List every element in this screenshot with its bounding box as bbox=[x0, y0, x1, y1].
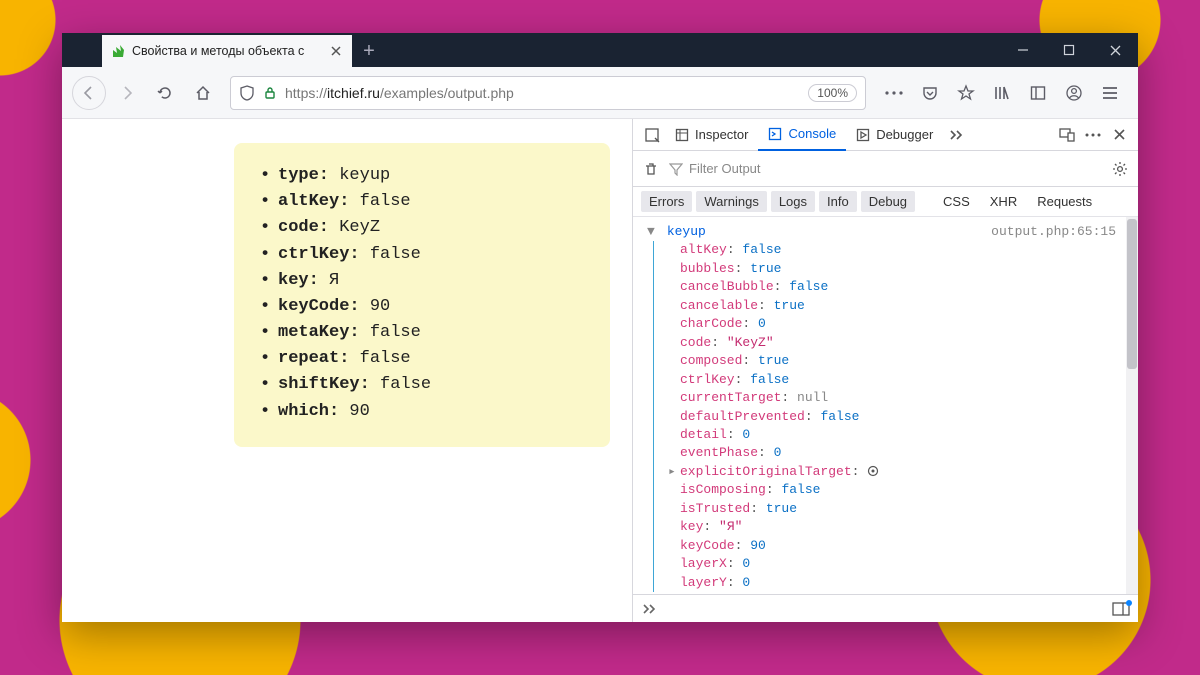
console-filter-bar: Filter Output bbox=[633, 151, 1138, 187]
tab-debugger[interactable]: Debugger bbox=[846, 119, 943, 151]
console-object-property[interactable]: ctrlKey: false bbox=[668, 371, 1116, 389]
tab-console[interactable]: Console bbox=[758, 119, 846, 151]
tab-inspector[interactable]: Inspector bbox=[665, 119, 758, 151]
cat-errors[interactable]: Errors bbox=[641, 191, 692, 212]
console-object-property[interactable]: layerX: 0 bbox=[668, 555, 1116, 573]
browser-tab[interactable]: Свойства и методы объекта с bbox=[102, 35, 352, 67]
browser-window: Свойства и методы объекта с + http bbox=[62, 33, 1138, 622]
tab-title: Свойства и методы объекта с bbox=[132, 44, 322, 58]
library-button[interactable] bbox=[984, 76, 1020, 110]
console-clear-icon[interactable] bbox=[643, 161, 659, 177]
console-filter-input[interactable]: Filter Output bbox=[669, 161, 1102, 176]
event-property-item: keyCode: 90 bbox=[260, 294, 584, 320]
console-object-property[interactable]: key: "Я" bbox=[668, 518, 1116, 536]
bookmark-star-button[interactable] bbox=[948, 76, 984, 110]
console-categories: Errors Warnings Logs Info Debug CSS XHR … bbox=[633, 187, 1138, 217]
devtools-overflow-icon[interactable] bbox=[943, 129, 969, 141]
console-object-property[interactable]: keyCode: 90 bbox=[668, 537, 1116, 555]
event-property-item: altKey: false bbox=[260, 189, 584, 215]
devtools-panel: Inspector Console Debugger bbox=[632, 119, 1138, 622]
shield-icon[interactable] bbox=[239, 85, 255, 101]
event-property-item: ctrlKey: false bbox=[260, 242, 584, 268]
event-property-item: shiftKey: false bbox=[260, 372, 584, 398]
console-object-property[interactable]: code: "KeyZ" bbox=[668, 334, 1116, 352]
cat-logs[interactable]: Logs bbox=[771, 191, 815, 212]
event-property-item: which: 90 bbox=[260, 399, 584, 425]
page-viewport[interactable]: type: keyupaltKey: falsecode: KeyZctrlKe… bbox=[62, 119, 632, 622]
console-object-property[interactable]: altKey: false bbox=[668, 241, 1116, 259]
home-button[interactable] bbox=[186, 76, 220, 110]
console-object-property[interactable]: layerY: 0 bbox=[668, 574, 1116, 592]
console-output: ▼ keyup output.php:65:15 altKey: falsebu… bbox=[633, 217, 1138, 594]
tab-debugger-label: Debugger bbox=[876, 127, 933, 142]
console-split-icon[interactable] bbox=[1112, 602, 1130, 616]
back-button[interactable] bbox=[72, 76, 106, 110]
console-object-property[interactable]: isComposing: false bbox=[668, 481, 1116, 499]
devtools-close-icon[interactable] bbox=[1106, 128, 1132, 141]
disclosure-triangle-icon[interactable]: ▼ bbox=[647, 223, 659, 241]
devtools-iframe-picker-icon[interactable] bbox=[639, 127, 665, 143]
console-event-name[interactable]: keyup bbox=[667, 224, 706, 239]
cat-warnings[interactable]: Warnings bbox=[696, 191, 766, 212]
console-object-property[interactable]: bubbles: true bbox=[668, 260, 1116, 278]
cat-css[interactable]: CSS bbox=[935, 191, 978, 212]
favicon-icon bbox=[110, 43, 126, 59]
console-object-property[interactable]: charCode: 0 bbox=[668, 315, 1116, 333]
lock-icon[interactable] bbox=[263, 86, 277, 100]
console-scrollbar[interactable] bbox=[1126, 217, 1138, 594]
console-settings-icon[interactable] bbox=[1112, 161, 1128, 177]
tab-bar: Свойства и методы объекта с + bbox=[62, 33, 1138, 67]
console-object-property[interactable]: eventPhase: 0 bbox=[668, 444, 1116, 462]
pocket-button[interactable] bbox=[912, 76, 948, 110]
console-input-chevron-icon[interactable] bbox=[641, 603, 657, 615]
devtools-meatball-icon[interactable] bbox=[1080, 132, 1106, 138]
tab-console-label: Console bbox=[788, 126, 836, 141]
zoom-indicator[interactable]: 100% bbox=[808, 84, 857, 102]
url-text: https://itchief.ru/examples/output.php bbox=[285, 85, 800, 101]
event-property-item: code: KeyZ bbox=[260, 215, 584, 241]
console-object-property[interactable]: isTrusted: true bbox=[668, 500, 1116, 518]
app-menu-button[interactable] bbox=[1092, 76, 1128, 110]
console-object-property[interactable]: composed: true bbox=[668, 352, 1116, 370]
console-footer bbox=[633, 594, 1138, 622]
devtools-responsive-icon[interactable] bbox=[1054, 128, 1080, 142]
navigation-toolbar: https://itchief.ru/examples/output.php 1… bbox=[62, 67, 1138, 119]
account-button[interactable] bbox=[1056, 76, 1092, 110]
window-minimize-button[interactable] bbox=[1000, 33, 1046, 67]
console-object-property[interactable]: currentTarget: null bbox=[668, 389, 1116, 407]
forward-button[interactable] bbox=[110, 76, 144, 110]
event-properties-card: type: keyupaltKey: falsecode: KeyZctrlKe… bbox=[234, 143, 610, 447]
event-property-item: metaKey: false bbox=[260, 320, 584, 346]
cat-info[interactable]: Info bbox=[819, 191, 857, 212]
devtools-tabs: Inspector Console Debugger bbox=[633, 119, 1138, 151]
console-object-property[interactable]: ▸explicitOriginalTarget: bbox=[668, 463, 1116, 481]
cat-debug[interactable]: Debug bbox=[861, 191, 915, 212]
console-source-link[interactable]: output.php:65:15 bbox=[991, 223, 1116, 241]
new-tab-button[interactable]: + bbox=[352, 35, 386, 67]
console-object-property[interactable]: cancelBubble: false bbox=[668, 278, 1116, 296]
tab-close-icon[interactable] bbox=[328, 43, 344, 59]
event-property-item: type: keyup bbox=[260, 163, 584, 189]
window-maximize-button[interactable] bbox=[1046, 33, 1092, 67]
console-object-property[interactable]: defaultPrevented: false bbox=[668, 408, 1116, 426]
content-area: type: keyupaltKey: falsecode: KeyZctrlKe… bbox=[62, 119, 1138, 622]
event-property-item: key: Я bbox=[260, 268, 584, 294]
cat-requests[interactable]: Requests bbox=[1029, 191, 1100, 212]
event-property-item: repeat: false bbox=[260, 346, 584, 372]
console-object-property[interactable]: detail: 0 bbox=[668, 426, 1116, 444]
page-actions-button[interactable] bbox=[876, 76, 912, 110]
cat-xhr[interactable]: XHR bbox=[982, 191, 1025, 212]
reload-button[interactable] bbox=[148, 76, 182, 110]
console-scroll-region[interactable]: ▼ keyup output.php:65:15 altKey: falsebu… bbox=[633, 217, 1126, 594]
tab-inspector-label: Inspector bbox=[695, 127, 748, 142]
sidebar-button[interactable] bbox=[1020, 76, 1056, 110]
window-close-button[interactable] bbox=[1092, 33, 1138, 67]
console-object-property[interactable]: cancelable: true bbox=[668, 297, 1116, 315]
address-bar[interactable]: https://itchief.ru/examples/output.php 1… bbox=[230, 76, 866, 110]
console-filter-placeholder: Filter Output bbox=[689, 161, 761, 176]
